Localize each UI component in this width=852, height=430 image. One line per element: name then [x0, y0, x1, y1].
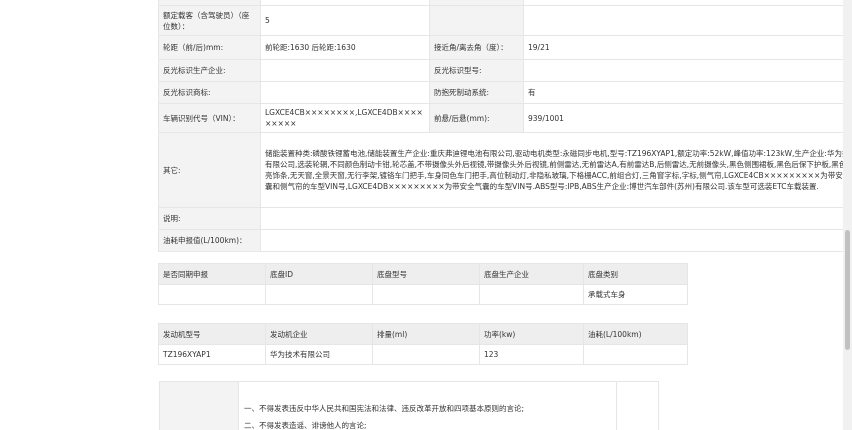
reflector-model-value [523, 59, 843, 82]
spec-row-wheelbase: 轮距（前/后)mm: 前轮距:1630 后轮距:1630 接近角/离去角（度）：… [158, 35, 843, 60]
spec-row-vin: 车辆识别代号（VIN）： LGXCE4CB××××××××,LGXCE4DB××… [158, 103, 843, 133]
note-value [260, 207, 843, 230]
vehicle-spec-table: 额定载客（含驾驶员）（座位数）： 5 轮距（前/后)mm: 前轮距:1630 后… [158, 0, 843, 252]
chassis-cell-category: 承载式车身 [583, 284, 688, 305]
seats-value: 5 [260, 5, 430, 36]
other-value: 储能装置种类:磷酸铁锂蓄电池,储能装置生产企业:重庆弗迪锂电池有限公司,驱动电机… [260, 132, 843, 208]
engine-cell-power: 123 [479, 344, 584, 365]
wheelbase-label: 轮距（前/后)mm: [158, 35, 261, 60]
page-scrollbar[interactable] [843, 0, 852, 430]
spec-row-other: 其它: 储能装置种类:磷酸铁锂蓄电池,储能装置生产企业:重庆弗迪锂电池有限公司,… [158, 132, 843, 208]
reflector-maker-label: 反光标识生产企业: [158, 59, 261, 82]
abs-value: 有 [523, 81, 843, 104]
spec-row-reflector: 反光标识生产企业: 反光标识型号: [158, 59, 843, 82]
reflector-maker-value [260, 59, 430, 82]
engine-header-model: 发动机型号 [158, 323, 266, 345]
reflector-brand-label: 反光标识商标: [158, 81, 261, 104]
spec-row-fuel: 油耗申报值(L/100km)： [158, 229, 843, 252]
engine-header-row: 发动机型号 发动机企业 排量(ml) 功率(kw) 油耗(L/100km) [158, 323, 688, 345]
reflector-model-label: 反光标识型号: [429, 59, 524, 82]
approach-angle-label: 接近角/离去角（度）： [429, 35, 524, 60]
overhang-value: 939/1001 [523, 103, 843, 133]
chassis-cell-model [372, 284, 480, 305]
other-label: 其它: [158, 132, 261, 208]
engine-cell-displacement [372, 344, 480, 365]
spec-row-brand-abs: 反光标识商标: 防抱死制动系统: 有 [158, 81, 843, 104]
chassis-cell-id [265, 284, 373, 305]
engine-header-maker: 发动机企业 [265, 323, 373, 345]
engine-header-fuel: 油耗(L/100km) [583, 323, 688, 345]
seats-label: 额定载客（含驾驶员）（座位数）： [158, 5, 261, 36]
spec-row-seats: 额定载客（含驾驶员）（座位数）： 5 [158, 5, 843, 36]
abs-label: 防抱死制动系统: [429, 81, 524, 104]
chassis-header-row: 是否同期申报 底盘ID 底盘型号 底盘生产企业 底盘类别 [158, 263, 688, 285]
scrollbar-thumb[interactable] [845, 230, 850, 350]
approach-angle-value: 19/21 [523, 35, 843, 60]
vin-label: 车辆识别代号（VIN）： [158, 103, 261, 133]
comment-notice-box: 一、不得发表违反中华人民共和国宪法和法律、违反改革开放和四项基本原则的言论; 二… [159, 381, 659, 430]
fuel-value [260, 229, 843, 252]
chassis-header-id: 底盘ID [265, 263, 373, 285]
overhang-label: 前悬/后悬(mm): [429, 103, 524, 133]
notice-line-2: 二、不得发表造谣、诽谤他人的言论; [244, 421, 367, 430]
fuel-label: 油耗申报值(L/100km)： [158, 229, 261, 252]
chassis-header-sync: 是否同期申报 [158, 263, 266, 285]
vehicle-detail-page: 额定载客（含驾驶员）（座位数）： 5 轮距（前/后)mm: 前轮距:1630 后… [0, 0, 843, 430]
note-label: 说明: [158, 207, 261, 230]
spec-row-note: 说明: [158, 207, 843, 230]
chassis-header-category: 底盘类别 [583, 263, 688, 285]
engine-header-displacement: 排量(ml) [372, 323, 480, 345]
chassis-data-row: 承载式车身 [158, 284, 688, 305]
chassis-cell-maker [479, 284, 584, 305]
wheelbase-value: 前轮距:1630 后轮距:1630 [260, 35, 430, 60]
engine-table: 发动机型号 发动机企业 排量(ml) 功率(kw) 油耗(L/100km) TZ… [158, 323, 688, 365]
vin-value: LGXCE4CB××××××××,LGXCE4DB××××××××× [260, 103, 430, 133]
reflector-brand-value [260, 81, 430, 104]
chassis-table: 是否同期申报 底盘ID 底盘型号 底盘生产企业 底盘类别 承载式车身 [158, 263, 688, 305]
engine-cell-model: TZ196XYAP1 [158, 344, 266, 365]
engine-header-power: 功率(kw) [479, 323, 584, 345]
chassis-cell-sync [158, 284, 266, 305]
engine-cell-fuel [583, 344, 688, 365]
engine-data-row: TZ196XYAP1 华为技术有限公司 123 [158, 344, 688, 365]
chassis-header-model: 底盘型号 [372, 263, 480, 285]
notice-line-1: 一、不得发表违反中华人民共和国宪法和法律、违反改革开放和四项基本原则的言论; [244, 404, 525, 413]
chassis-header-maker: 底盘生产企业 [479, 263, 584, 285]
engine-cell-maker: 华为技术有限公司 [265, 344, 373, 365]
